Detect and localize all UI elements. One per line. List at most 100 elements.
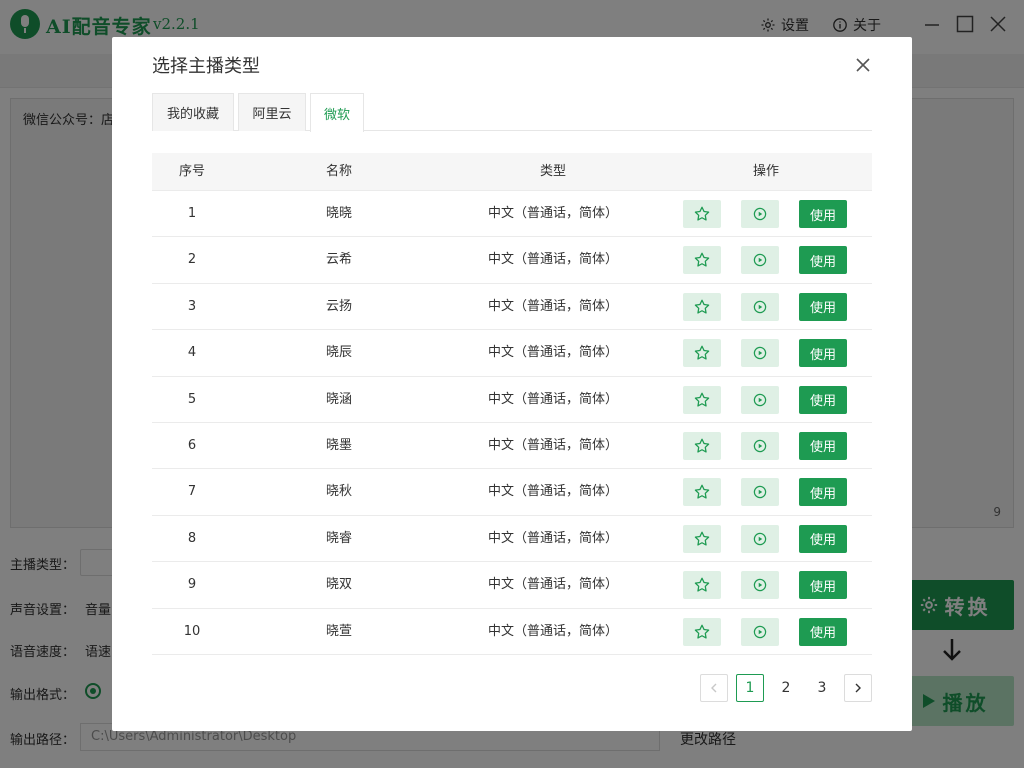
favorite-button[interactable] xyxy=(683,478,721,507)
play-circle-icon xyxy=(753,486,767,499)
preview-play-button[interactable] xyxy=(741,246,779,275)
table-row: 3 云扬 中文（普通话，简体） 使用 xyxy=(152,284,872,331)
row-name: 晓萱 xyxy=(325,623,352,639)
table-row: 4 晓辰 中文（普通话，简体） 使用 xyxy=(152,330,872,377)
close-icon xyxy=(856,58,870,72)
star-outline-icon xyxy=(694,531,710,546)
use-button[interactable]: 使用 xyxy=(799,246,847,275)
row-name: 云扬 xyxy=(325,298,352,314)
row-type: 中文（普通话，简体） xyxy=(487,252,618,268)
table-row: 2 云希 中文（普通话，简体） 使用 xyxy=(152,237,872,284)
row-type: 中文（普通话，简体） xyxy=(487,345,618,361)
star-outline-icon xyxy=(694,299,710,314)
star-outline-icon xyxy=(694,392,710,407)
star-outline-icon xyxy=(694,345,710,360)
dialog-title: 选择主播类型 xyxy=(152,56,260,77)
next-page-button[interactable] xyxy=(844,674,872,702)
row-index: 8 xyxy=(187,530,197,546)
select-anchor-dialog: 选择主播类型 我的收藏 阿里云 微软 序号 名称 类型 操作 1 晓晓 中文（普通话… xyxy=(112,37,912,731)
use-button[interactable]: 使用 xyxy=(799,617,847,646)
row-name: 晓涵 xyxy=(325,391,352,407)
row-name: 晓晓 xyxy=(325,206,352,221)
preview-play-button[interactable] xyxy=(741,339,779,368)
favorite-button[interactable] xyxy=(683,431,721,460)
row-index: 10 xyxy=(183,623,201,639)
row-index: 2 xyxy=(187,252,197,268)
chevron-right-icon xyxy=(855,683,861,693)
dialog-tabs: 我的收藏 阿里云 微软 xyxy=(152,93,872,132)
table-row: 9 晓双 中文（普通话，简体） 使用 xyxy=(152,562,872,609)
preview-play-button[interactable] xyxy=(741,292,779,321)
favorite-button[interactable] xyxy=(683,524,721,553)
row-index: 9 xyxy=(187,577,197,593)
voice-table: 序号 名称 类型 操作 1 晓晓 中文（普通话，简体） 使用 2 云希 中文（普通话，简体）… xyxy=(152,153,872,655)
row-index: 3 xyxy=(187,298,197,314)
row-type: 中文（普通话，简体） xyxy=(487,391,618,407)
favorite-button[interactable] xyxy=(683,246,721,275)
preview-play-button[interactable] xyxy=(741,524,779,553)
row-index: 4 xyxy=(187,345,197,361)
use-button[interactable]: 使用 xyxy=(799,478,847,507)
row-type: 中文（普通话，简体） xyxy=(487,530,618,546)
play-circle-icon xyxy=(753,346,767,360)
table-row: 10 晓萱 中文（普通话，简体） 使用 xyxy=(152,609,872,655)
favorite-button[interactable] xyxy=(683,617,721,646)
star-outline-icon xyxy=(694,438,710,453)
favorite-button[interactable] xyxy=(683,292,721,321)
row-name: 晓辰 xyxy=(325,345,352,361)
play-circle-icon xyxy=(753,207,767,221)
favorite-button[interactable] xyxy=(683,385,721,414)
play-circle-icon xyxy=(753,578,767,592)
use-button[interactable]: 使用 xyxy=(799,431,847,460)
row-type: 中文（普通话，简体） xyxy=(487,206,618,221)
table-row: 6 晓墨 中文（普通话，简体） 使用 xyxy=(152,423,872,470)
play-circle-icon xyxy=(753,625,767,638)
row-name: 晓睿 xyxy=(325,530,352,546)
use-button[interactable]: 使用 xyxy=(799,292,847,321)
preview-play-button[interactable] xyxy=(741,431,779,460)
row-name: 晓秋 xyxy=(325,484,352,500)
play-circle-icon xyxy=(753,254,767,267)
header-type: 类型 xyxy=(539,164,566,179)
page-1-button[interactable]: 1 xyxy=(736,674,764,702)
preview-play-button[interactable] xyxy=(741,478,779,507)
row-name: 晓双 xyxy=(325,577,352,593)
preview-play-button[interactable] xyxy=(741,571,779,600)
row-name: 晓墨 xyxy=(325,437,352,453)
play-circle-icon xyxy=(753,439,767,453)
use-button[interactable]: 使用 xyxy=(799,524,847,553)
preview-play-button[interactable] xyxy=(741,385,779,414)
table-header: 序号 名称 类型 操作 xyxy=(152,153,872,191)
star-outline-icon xyxy=(694,253,710,267)
row-index: 6 xyxy=(187,437,197,453)
use-button[interactable]: 使用 xyxy=(799,200,847,228)
play-circle-icon xyxy=(753,393,767,406)
star-outline-icon xyxy=(694,577,710,592)
favorite-button[interactable] xyxy=(683,571,721,600)
play-circle-icon xyxy=(753,532,767,545)
page-3-button[interactable]: 3 xyxy=(808,674,836,702)
page-2-button[interactable]: 2 xyxy=(772,674,800,702)
favorite-button[interactable] xyxy=(683,339,721,368)
favorite-button[interactable] xyxy=(683,200,721,228)
tab-microsoft[interactable]: 微软 xyxy=(310,93,364,132)
table-row: 5 晓涵 中文（普通话，简体） 使用 xyxy=(152,377,872,423)
preview-play-button[interactable] xyxy=(741,617,779,646)
tab-aliyun[interactable]: 阿里云 xyxy=(238,93,306,131)
row-name: 云希 xyxy=(325,252,352,268)
dialog-close-button[interactable] xyxy=(851,53,875,77)
prev-page-button[interactable] xyxy=(700,674,728,702)
row-index: 7 xyxy=(187,484,197,500)
row-index: 1 xyxy=(187,206,197,221)
tab-favorites[interactable]: 我的收藏 xyxy=(152,93,234,131)
preview-play-button[interactable] xyxy=(741,200,779,228)
use-button[interactable]: 使用 xyxy=(799,339,847,368)
row-type: 中文（普通话，简体） xyxy=(487,577,618,593)
row-type: 中文（普通话，简体） xyxy=(487,623,618,639)
use-button[interactable]: 使用 xyxy=(799,571,847,600)
table-row: 7 晓秋 中文（普通话，简体） 使用 xyxy=(152,469,872,516)
chevron-left-icon xyxy=(711,683,717,693)
header-actions: 操作 xyxy=(752,164,779,179)
star-outline-icon xyxy=(694,206,710,221)
use-button[interactable]: 使用 xyxy=(799,385,847,414)
